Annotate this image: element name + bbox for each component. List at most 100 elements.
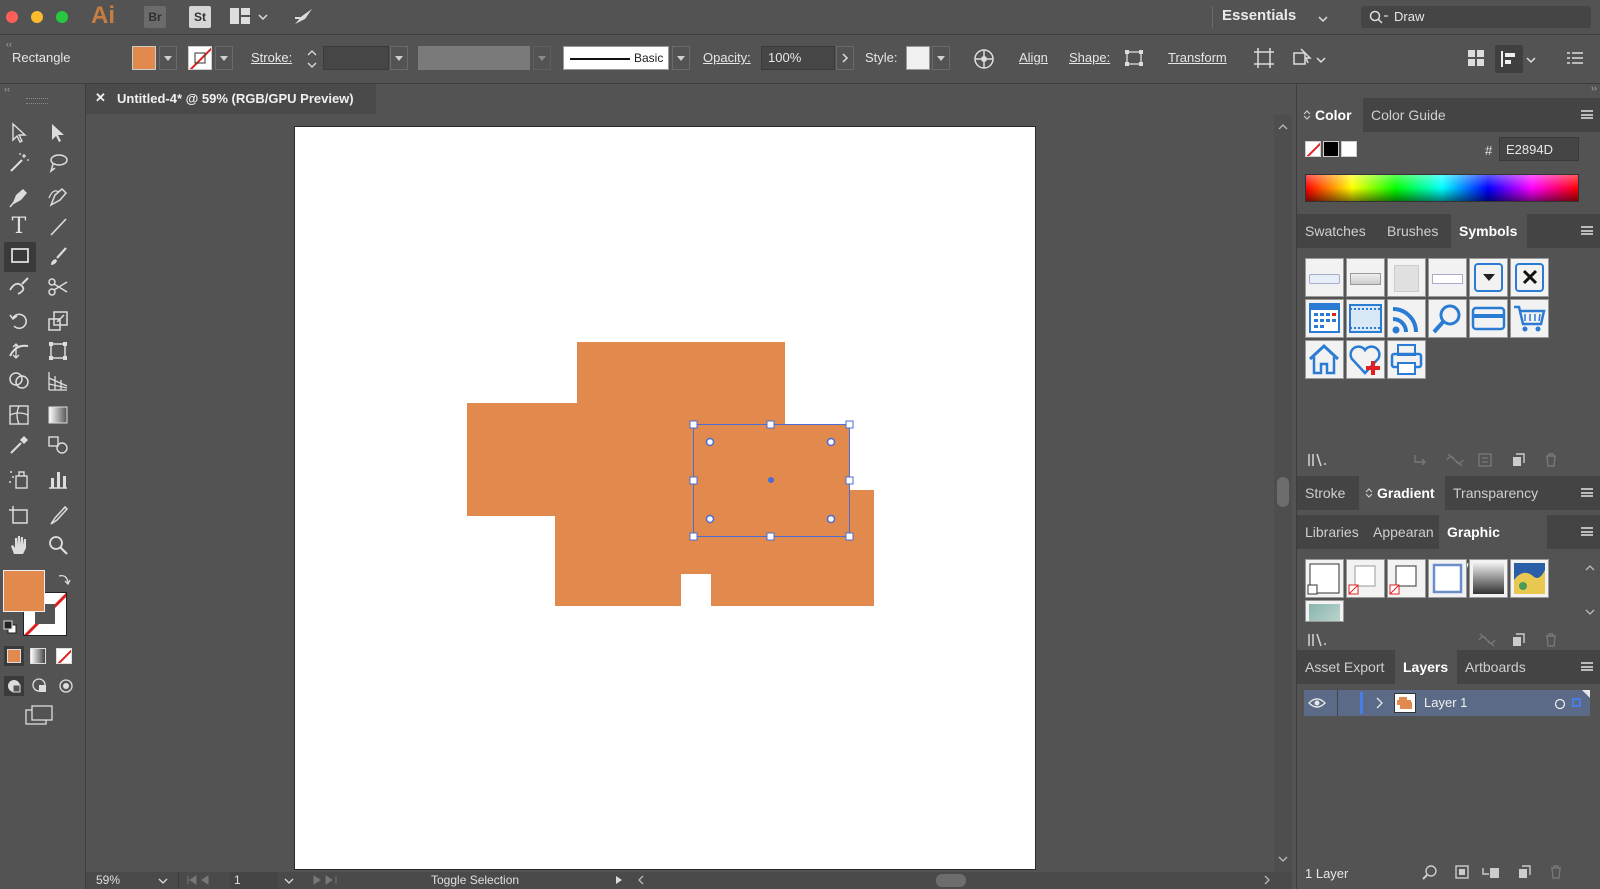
panel-expand-icon[interactable] [1365,487,1373,499]
tab-appearance[interactable]: Appearan [1365,515,1439,549]
tab-asset-export[interactable]: Asset Export [1297,650,1392,684]
scroll-left-icon[interactable] [636,875,646,885]
hex-input[interactable]: E2894D [1499,137,1579,161]
tab-stroke[interactable]: Stroke [1297,476,1353,510]
tab-graphic-styles[interactable]: Graphic Styles [1439,515,1547,574]
corner-widget-tl[interactable] [705,437,715,447]
visibility-eye-icon[interactable] [1308,697,1326,709]
corner-widget-tr[interactable] [826,437,836,447]
first-previous-artboard-icons[interactable] [186,874,226,886]
graphic-style-texture[interactable] [1305,600,1344,622]
new-graphic-style-icon[interactable] [1510,632,1526,648]
white-color-swatch[interactable] [1341,141,1357,157]
selection-handle-bl[interactable] [689,532,698,541]
graphic-style-pattern[interactable] [1510,559,1549,598]
create-sublayer-icon[interactable] [1481,864,1501,880]
selection-handle-ml[interactable] [689,476,698,485]
scroll-right-icon[interactable] [1262,875,1272,885]
panel-menu-icon[interactable] [1581,527,1593,536]
selection-handle-tl[interactable] [689,420,698,429]
place-symbol-icon[interactable] [1412,452,1428,468]
panel-menu-icon[interactable] [1581,488,1593,497]
layer-selection-indicator[interactable] [1572,698,1581,707]
make-clipping-mask-icon[interactable] [1454,864,1470,880]
symbol-libraries-icon[interactable] [1307,452,1331,468]
selection-handle-mr[interactable] [845,476,854,485]
tab-symbols[interactable]: Symbols [1451,214,1527,248]
collapse-panels-icon[interactable]: ›› [1591,83,1597,93]
scroll-up-icon[interactable] [1585,564,1595,572]
symbol-magnifier-icon[interactable] [1428,299,1467,338]
stroke-panel-tabs: Stroke Gradient Transparency [1297,476,1600,510]
graphic-style-3[interactable] [1387,559,1426,598]
corner-widget-bl[interactable] [705,514,715,524]
delete-symbol-icon[interactable] [1543,452,1559,468]
tab-brushes[interactable]: Brushes [1379,214,1446,248]
graphic-style-2[interactable] [1346,559,1385,598]
black-color-swatch[interactable] [1323,141,1339,157]
tab-layers[interactable]: Layers [1395,650,1457,684]
none-color-swatch[interactable] [1305,141,1321,157]
symbol-printer-icon[interactable] [1387,340,1426,379]
symbol-button-1[interactable] [1305,258,1344,297]
color-spectrum[interactable] [1305,174,1579,202]
tab-symbols-label: Symbols [1459,223,1518,239]
panel-menu-icon[interactable] [1581,662,1593,671]
symbol-dropdown-field[interactable] [1428,258,1467,297]
symbol-close-x[interactable] [1510,258,1549,297]
create-new-layer-icon[interactable] [1516,864,1532,880]
vertical-scrollbar[interactable] [1274,115,1292,872]
symbol-calendar-icon[interactable] [1305,299,1344,338]
orange-shape-top[interactable] [577,342,785,408]
locate-object-icon[interactable] [1422,864,1438,880]
horizontal-scroll-thumb[interactable] [936,874,966,887]
break-style-link-icon[interactable] [1477,632,1497,648]
selection-handle-tr[interactable] [845,420,854,429]
selection-handle-bc[interactable] [766,532,775,541]
graphic-style-gradient[interactable] [1469,559,1508,598]
panel-expand-icon[interactable] [1303,109,1311,121]
zoom-field[interactable]: 59% [96,873,120,887]
panel-menu-icon[interactable] [1581,110,1593,119]
layer-target-icon[interactable] [1554,698,1566,710]
break-link-icon[interactable] [1445,452,1465,468]
symbol-options-icon[interactable] [1477,452,1493,468]
graphic-style-libraries-icon[interactable] [1307,632,1331,648]
layer-name[interactable]: Layer 1 [1424,695,1467,710]
layer-row[interactable]: Layer 1 [1304,690,1590,716]
symbol-heart-plus-icon[interactable] [1346,340,1385,379]
symbol-button-2[interactable] [1346,258,1385,297]
tab-transparency[interactable]: Transparency [1445,476,1546,510]
panel-menu-icon[interactable] [1581,226,1593,235]
chevron-down-icon[interactable] [284,876,294,886]
chevron-down-icon[interactable] [158,876,168,886]
tab-libraries[interactable]: Libraries [1297,515,1367,549]
symbol-rss-icon[interactable] [1387,299,1426,338]
graphic-style-default[interactable] [1305,559,1344,598]
orange-shape-bottom-left[interactable] [555,490,681,606]
graphic-style-blue-outline[interactable] [1428,559,1467,598]
new-symbol-icon[interactable] [1510,452,1526,468]
symbol-credit-card-icon[interactable] [1469,299,1508,338]
orange-shape-group[interactable] [467,342,874,606]
symbol-button-3[interactable] [1387,258,1426,297]
tab-color-guide[interactable]: Color Guide [1363,98,1454,132]
next-last-artboard-icons[interactable] [312,874,352,886]
vertical-scroll-thumb[interactable] [1277,477,1289,507]
scroll-down-icon[interactable] [1585,608,1595,616]
symbol-dropdown-arrow[interactable] [1469,258,1508,297]
expand-layer-icon[interactable] [1374,697,1384,709]
selection-handle-br[interactable] [845,532,854,541]
selection-handle-tc[interactable] [766,420,775,429]
artboard-number-field[interactable]: 1 [230,872,278,889]
tab-swatches[interactable]: Swatches [1297,214,1374,248]
delete-graphic-style-icon[interactable] [1543,632,1559,648]
symbol-film-icon[interactable] [1346,299,1385,338]
symbol-home-icon[interactable] [1305,340,1344,379]
status-text[interactable]: Toggle Selection [431,873,519,887]
corner-widget-br[interactable] [826,514,836,524]
symbol-cart-icon[interactable] [1510,299,1549,338]
tab-artboards[interactable]: Artboards [1457,650,1534,684]
delete-layer-icon[interactable] [1548,864,1564,880]
status-menu-arrow-icon[interactable] [614,875,624,885]
